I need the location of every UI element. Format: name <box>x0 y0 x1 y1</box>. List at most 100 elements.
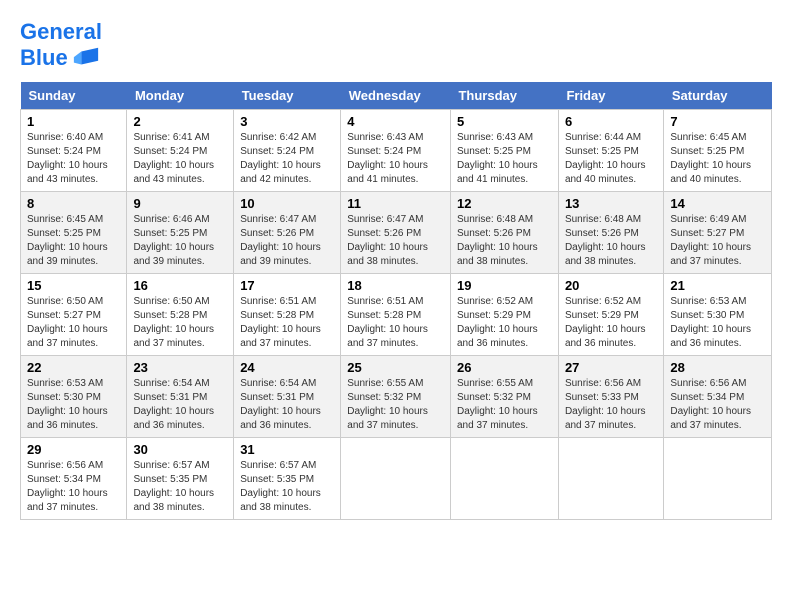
day-info: Sunrise: 6:40 AMSunset: 5:24 PMDaylight:… <box>27 132 108 185</box>
day-number: 19 <box>457 278 552 293</box>
day-info: Sunrise: 6:56 AMSunset: 5:34 PMDaylight:… <box>670 378 751 431</box>
day-info: Sunrise: 6:56 AMSunset: 5:34 PMDaylight:… <box>27 460 108 513</box>
day-number: 28 <box>670 360 765 375</box>
day-info: Sunrise: 6:41 AMSunset: 5:24 PMDaylight:… <box>133 132 214 185</box>
calendar-day-cell: 21 Sunrise: 6:53 AMSunset: 5:30 PMDaylig… <box>664 274 772 356</box>
calendar-day-cell: 16 Sunrise: 6:50 AMSunset: 5:28 PMDaylig… <box>127 274 234 356</box>
logo: General Blue <box>20 20 102 72</box>
day-info: Sunrise: 6:52 AMSunset: 5:29 PMDaylight:… <box>457 296 538 349</box>
calendar-table: SundayMondayTuesdayWednesdayThursdayFrid… <box>20 82 772 520</box>
logo-text: General <box>20 20 102 44</box>
day-number: 23 <box>133 360 227 375</box>
day-info: Sunrise: 6:56 AMSunset: 5:33 PMDaylight:… <box>565 378 646 431</box>
day-number: 15 <box>27 278 120 293</box>
day-number: 8 <box>27 196 120 211</box>
calendar-day-cell: 19 Sunrise: 6:52 AMSunset: 5:29 PMDaylig… <box>450 274 558 356</box>
day-number: 27 <box>565 360 657 375</box>
day-info: Sunrise: 6:46 AMSunset: 5:25 PMDaylight:… <box>133 214 214 267</box>
day-info: Sunrise: 6:44 AMSunset: 5:25 PMDaylight:… <box>565 132 646 185</box>
calendar-day-cell: 25 Sunrise: 6:55 AMSunset: 5:32 PMDaylig… <box>341 356 451 438</box>
empty-cell <box>558 438 663 520</box>
day-number: 13 <box>565 196 657 211</box>
calendar-day-cell: 12 Sunrise: 6:48 AMSunset: 5:26 PMDaylig… <box>450 192 558 274</box>
day-number: 6 <box>565 114 657 129</box>
calendar-day-cell: 17 Sunrise: 6:51 AMSunset: 5:28 PMDaylig… <box>234 274 341 356</box>
day-info: Sunrise: 6:50 AMSunset: 5:28 PMDaylight:… <box>133 296 214 349</box>
day-number: 25 <box>347 360 444 375</box>
calendar-day-cell: 27 Sunrise: 6:56 AMSunset: 5:33 PMDaylig… <box>558 356 663 438</box>
day-number: 4 <box>347 114 444 129</box>
day-number: 18 <box>347 278 444 293</box>
day-info: Sunrise: 6:48 AMSunset: 5:26 PMDaylight:… <box>565 214 646 267</box>
calendar-day-cell: 10 Sunrise: 6:47 AMSunset: 5:26 PMDaylig… <box>234 192 341 274</box>
empty-cell <box>341 438 451 520</box>
day-number: 1 <box>27 114 120 129</box>
calendar-day-cell: 20 Sunrise: 6:52 AMSunset: 5:29 PMDaylig… <box>558 274 663 356</box>
calendar-day-cell: 22 Sunrise: 6:53 AMSunset: 5:30 PMDaylig… <box>21 356 127 438</box>
weekday-header-saturday: Saturday <box>664 82 772 110</box>
day-number: 14 <box>670 196 765 211</box>
day-info: Sunrise: 6:57 AMSunset: 5:35 PMDaylight:… <box>240 460 321 513</box>
calendar-day-cell: 30 Sunrise: 6:57 AMSunset: 5:35 PMDaylig… <box>127 438 234 520</box>
calendar-week-row: 8 Sunrise: 6:45 AMSunset: 5:25 PMDayligh… <box>21 192 772 274</box>
weekday-header-wednesday: Wednesday <box>341 82 451 110</box>
day-info: Sunrise: 6:54 AMSunset: 5:31 PMDaylight:… <box>133 378 214 431</box>
day-number: 17 <box>240 278 334 293</box>
day-number: 9 <box>133 196 227 211</box>
calendar-day-cell: 13 Sunrise: 6:48 AMSunset: 5:26 PMDaylig… <box>558 192 663 274</box>
empty-cell <box>664 438 772 520</box>
day-number: 24 <box>240 360 334 375</box>
day-info: Sunrise: 6:55 AMSunset: 5:32 PMDaylight:… <box>347 378 428 431</box>
weekday-header-monday: Monday <box>127 82 234 110</box>
day-number: 26 <box>457 360 552 375</box>
weekday-header-tuesday: Tuesday <box>234 82 341 110</box>
empty-cell <box>450 438 558 520</box>
day-info: Sunrise: 6:47 AMSunset: 5:26 PMDaylight:… <box>347 214 428 267</box>
calendar-week-row: 22 Sunrise: 6:53 AMSunset: 5:30 PMDaylig… <box>21 356 772 438</box>
day-info: Sunrise: 6:53 AMSunset: 5:30 PMDaylight:… <box>670 296 751 349</box>
calendar-day-cell: 31 Sunrise: 6:57 AMSunset: 5:35 PMDaylig… <box>234 438 341 520</box>
day-number: 12 <box>457 196 552 211</box>
day-number: 10 <box>240 196 334 211</box>
calendar-day-cell: 8 Sunrise: 6:45 AMSunset: 5:25 PMDayligh… <box>21 192 127 274</box>
calendar-day-cell: 29 Sunrise: 6:56 AMSunset: 5:34 PMDaylig… <box>21 438 127 520</box>
day-info: Sunrise: 6:51 AMSunset: 5:28 PMDaylight:… <box>240 296 321 349</box>
calendar-day-cell: 5 Sunrise: 6:43 AMSunset: 5:25 PMDayligh… <box>450 110 558 192</box>
weekday-header-row: SundayMondayTuesdayWednesdayThursdayFrid… <box>21 82 772 110</box>
calendar-day-cell: 3 Sunrise: 6:42 AMSunset: 5:24 PMDayligh… <box>234 110 341 192</box>
day-number: 30 <box>133 442 227 457</box>
day-number: 21 <box>670 278 765 293</box>
weekday-header-sunday: Sunday <box>21 82 127 110</box>
calendar-day-cell: 26 Sunrise: 6:55 AMSunset: 5:32 PMDaylig… <box>450 356 558 438</box>
day-info: Sunrise: 6:51 AMSunset: 5:28 PMDaylight:… <box>347 296 428 349</box>
calendar-day-cell: 23 Sunrise: 6:54 AMSunset: 5:31 PMDaylig… <box>127 356 234 438</box>
day-number: 20 <box>565 278 657 293</box>
calendar-day-cell: 2 Sunrise: 6:41 AMSunset: 5:24 PMDayligh… <box>127 110 234 192</box>
calendar-day-cell: 18 Sunrise: 6:51 AMSunset: 5:28 PMDaylig… <box>341 274 451 356</box>
day-info: Sunrise: 6:52 AMSunset: 5:29 PMDaylight:… <box>565 296 646 349</box>
day-info: Sunrise: 6:57 AMSunset: 5:35 PMDaylight:… <box>133 460 214 513</box>
day-info: Sunrise: 6:42 AMSunset: 5:24 PMDaylight:… <box>240 132 321 185</box>
calendar-day-cell: 7 Sunrise: 6:45 AMSunset: 5:25 PMDayligh… <box>664 110 772 192</box>
day-number: 29 <box>27 442 120 457</box>
day-info: Sunrise: 6:45 AMSunset: 5:25 PMDaylight:… <box>27 214 108 267</box>
calendar-day-cell: 28 Sunrise: 6:56 AMSunset: 5:34 PMDaylig… <box>664 356 772 438</box>
weekday-header-friday: Friday <box>558 82 663 110</box>
day-number: 2 <box>133 114 227 129</box>
day-info: Sunrise: 6:43 AMSunset: 5:24 PMDaylight:… <box>347 132 428 185</box>
day-number: 31 <box>240 442 334 457</box>
day-info: Sunrise: 6:54 AMSunset: 5:31 PMDaylight:… <box>240 378 321 431</box>
day-number: 22 <box>27 360 120 375</box>
calendar-week-row: 15 Sunrise: 6:50 AMSunset: 5:27 PMDaylig… <box>21 274 772 356</box>
calendar-day-cell: 6 Sunrise: 6:44 AMSunset: 5:25 PMDayligh… <box>558 110 663 192</box>
day-number: 5 <box>457 114 552 129</box>
day-number: 11 <box>347 196 444 211</box>
calendar-day-cell: 15 Sunrise: 6:50 AMSunset: 5:27 PMDaylig… <box>21 274 127 356</box>
day-number: 3 <box>240 114 334 129</box>
day-info: Sunrise: 6:43 AMSunset: 5:25 PMDaylight:… <box>457 132 538 185</box>
day-info: Sunrise: 6:48 AMSunset: 5:26 PMDaylight:… <box>457 214 538 267</box>
day-info: Sunrise: 6:50 AMSunset: 5:27 PMDaylight:… <box>27 296 108 349</box>
calendar-day-cell: 11 Sunrise: 6:47 AMSunset: 5:26 PMDaylig… <box>341 192 451 274</box>
day-info: Sunrise: 6:49 AMSunset: 5:27 PMDaylight:… <box>670 214 751 267</box>
calendar-day-cell: 9 Sunrise: 6:46 AMSunset: 5:25 PMDayligh… <box>127 192 234 274</box>
